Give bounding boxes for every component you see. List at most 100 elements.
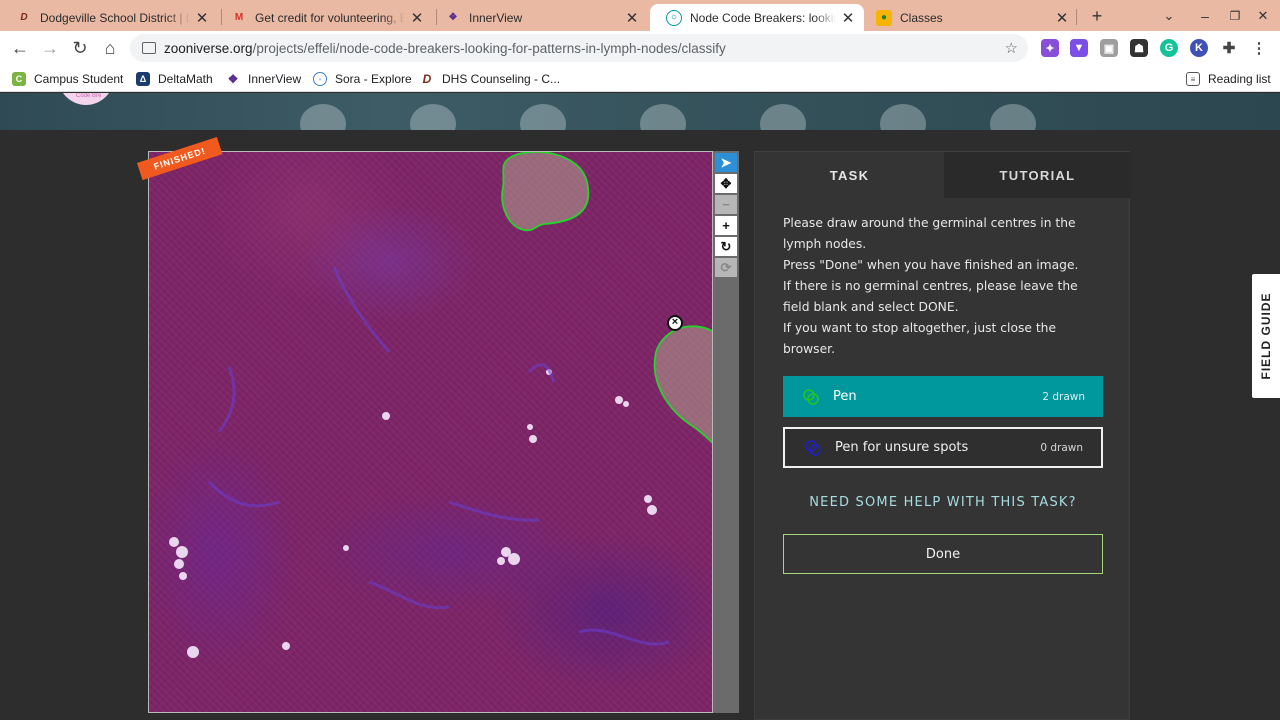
campus-icon: C xyxy=(12,72,26,86)
logo-text: Code Bre xyxy=(76,93,102,99)
instruction-line: Please draw around the germinal centres … xyxy=(783,216,1076,251)
back-icon[interactable]: ← xyxy=(8,36,32,60)
field-guide-label: FIELD GUIDE xyxy=(1259,292,1273,380)
site-info-icon[interactable] xyxy=(142,42,156,54)
bookmark-star-icon[interactable]: ☆ xyxy=(1005,39,1018,57)
minimize-icon[interactable]: – xyxy=(1196,4,1214,28)
tab-label: TASK xyxy=(829,167,870,183)
extension-spy-icon[interactable]: ☗ xyxy=(1130,39,1148,57)
tab-search-chevron-icon[interactable]: ⌄ xyxy=(1160,4,1178,28)
help-link[interactable]: NEED SOME HELP WITH THIS TASK? xyxy=(755,495,1131,510)
reading-list-label: Reading list xyxy=(1208,72,1271,86)
bookmark-label: InnerView xyxy=(248,72,302,86)
pan-move-icon[interactable]: ✥ xyxy=(715,174,737,193)
close-tab-icon[interactable]: ✕ xyxy=(409,9,425,27)
reading-list-icon: ≡ xyxy=(1186,72,1200,86)
bookmark-label: DHS Counseling - C... xyxy=(442,72,561,86)
menu-kebab-icon[interactable]: ⋮ xyxy=(1250,39,1268,57)
done-button[interactable]: Done xyxy=(783,534,1103,574)
instruction-line: If you want to stop altogether, just clo… xyxy=(783,321,1057,356)
kami-icon[interactable]: K xyxy=(1190,39,1208,57)
tissue-vacuoles xyxy=(169,369,657,658)
image-toolbar: ➤ ✥ − + ↻ ⟳ xyxy=(713,151,739,713)
germinal-centre-outline[interactable] xyxy=(653,325,713,444)
germinal-centre-outline[interactable] xyxy=(501,152,590,232)
plus-icon: + xyxy=(1091,5,1103,26)
project-logo[interactable]: Code Bre xyxy=(58,93,114,105)
tab-task[interactable]: TASK xyxy=(755,152,944,198)
bookmark-innerview[interactable]: ❖ InnerView xyxy=(226,70,302,88)
pen-shape-icon xyxy=(803,388,819,405)
tool-count: 0 drawn xyxy=(1040,441,1083,454)
field-guide-button[interactable]: FIELD GUIDE xyxy=(1252,274,1280,398)
new-tab-button[interactable]: + xyxy=(1086,4,1108,28)
pen-tool-button[interactable]: Pen 2 drawn xyxy=(783,376,1103,417)
reset-icon[interactable]: ⟳ xyxy=(715,258,737,277)
url-host: zooniverse.org xyxy=(164,40,253,56)
zoom-out-icon[interactable]: − xyxy=(715,195,737,214)
browser-tab-strip: D Dodgeville School District | Do ✕ M Ge… xyxy=(0,0,1280,31)
bookmark-sora[interactable]: ◦ Sora - Explore xyxy=(313,70,412,88)
home-icon[interactable]: ⌂ xyxy=(98,36,122,60)
tool-label: Pen for unsure spots xyxy=(835,440,969,455)
tissue-vessels xyxy=(207,266,670,646)
browser-toolbar: ← → ↻ ⌂ zooniverse.org /projects/effeli/… xyxy=(0,31,1280,65)
bookmark-label: Sora - Explore xyxy=(335,72,412,86)
extension-shield-icon[interactable]: ▼ xyxy=(1070,39,1088,57)
tab-title: InnerView xyxy=(469,10,523,25)
tab-tutorial[interactable]: TUTORIAL xyxy=(944,152,1131,198)
forward-icon[interactable]: → xyxy=(38,36,62,60)
address-bar[interactable]: zooniverse.org /projects/effeli/node-cod… xyxy=(130,34,1028,62)
url-path: /projects/effeli/node-code-breakers-look… xyxy=(252,40,726,56)
gmail-icon: M xyxy=(234,12,244,23)
dodgeville-icon: D xyxy=(422,72,432,86)
classroom-icon: ● xyxy=(876,9,892,26)
browser-tab-dodgeville[interactable]: D Dodgeville School District | Do ✕ xyxy=(0,4,218,31)
rotate-icon[interactable]: ↻ xyxy=(715,237,737,256)
tool-count: 2 drawn xyxy=(1042,390,1085,403)
sora-icon: ◦ xyxy=(313,72,327,86)
deltamath-icon: Δ xyxy=(136,72,150,86)
close-tab-icon[interactable]: ✕ xyxy=(624,9,640,27)
bookmark-deltamath[interactable]: Δ DeltaMath xyxy=(136,70,213,88)
reading-list-button[interactable]: ≡ Reading list xyxy=(1186,70,1271,88)
bookmark-dhs-counseling[interactable]: D DHS Counseling - C... xyxy=(420,70,560,88)
tool-label: Pen xyxy=(833,389,857,404)
reload-icon[interactable]: ↻ xyxy=(68,36,92,60)
unsure-pen-shape-icon xyxy=(805,439,821,456)
annotation-layer[interactable] xyxy=(149,152,713,713)
browser-tab-innerview[interactable]: ❖ InnerView ✕ xyxy=(429,4,648,31)
task-instructions: Please draw around the germinal centres … xyxy=(783,213,1103,360)
subject-image-tissue[interactable] xyxy=(148,151,713,713)
help-text: NEED SOME HELP WITH THIS TASK? xyxy=(809,495,1077,510)
bookmarks-bar: C Campus Student Δ DeltaMath ❖ InnerView… xyxy=(0,65,1280,92)
pointer-icon[interactable]: ➤ xyxy=(715,153,737,172)
extension-copy-icon[interactable]: ▣ xyxy=(1100,39,1118,57)
browser-tab-classes[interactable]: ● Classes ✕ xyxy=(860,4,1078,31)
instruction-line: Press "Done" when you have finished an i… xyxy=(783,258,1079,272)
bookmark-campus-student[interactable]: C Campus Student xyxy=(12,70,123,88)
close-window-icon[interactable]: ✕ xyxy=(1254,4,1272,28)
extensions-puzzle-icon[interactable]: ✚ xyxy=(1220,39,1238,57)
browser-tab-gmail[interactable]: M Get credit for volunteering, Bra ✕ xyxy=(215,4,433,31)
grammarly-icon[interactable]: G xyxy=(1160,39,1178,57)
zoom-in-icon[interactable]: + xyxy=(715,216,737,235)
delete-mark-icon[interactable]: × xyxy=(667,315,683,331)
bookmark-label: Campus Student xyxy=(34,72,124,86)
instruction-line: If there is no germinal centres, please … xyxy=(783,279,1078,314)
task-tabs: TASK TUTORIAL xyxy=(755,152,1131,198)
unsure-pen-tool-button[interactable]: Pen for unsure spots 0 drawn xyxy=(783,427,1103,468)
browser-tab-zooniverse[interactable]: ○ Node Code Breakers: looking f ✕ xyxy=(650,4,864,31)
tab-label: TUTORIAL xyxy=(999,167,1076,183)
bookmark-label: DeltaMath xyxy=(158,72,213,86)
project-banner: Code Bre xyxy=(0,93,1280,130)
innerview-icon: ❖ xyxy=(227,72,239,86)
extension-puzzle-purple-icon[interactable]: ✦ xyxy=(1041,39,1059,57)
restore-icon[interactable]: ❐ xyxy=(1226,4,1244,28)
close-tab-icon[interactable]: ✕ xyxy=(1054,9,1070,27)
close-tab-icon[interactable]: ✕ xyxy=(194,9,210,27)
close-tab-icon[interactable]: ✕ xyxy=(840,9,856,27)
tab-title: Node Code Breakers: looking f xyxy=(690,10,836,25)
done-label: Done xyxy=(925,546,961,562)
zooniverse-icon: ○ xyxy=(666,9,682,26)
